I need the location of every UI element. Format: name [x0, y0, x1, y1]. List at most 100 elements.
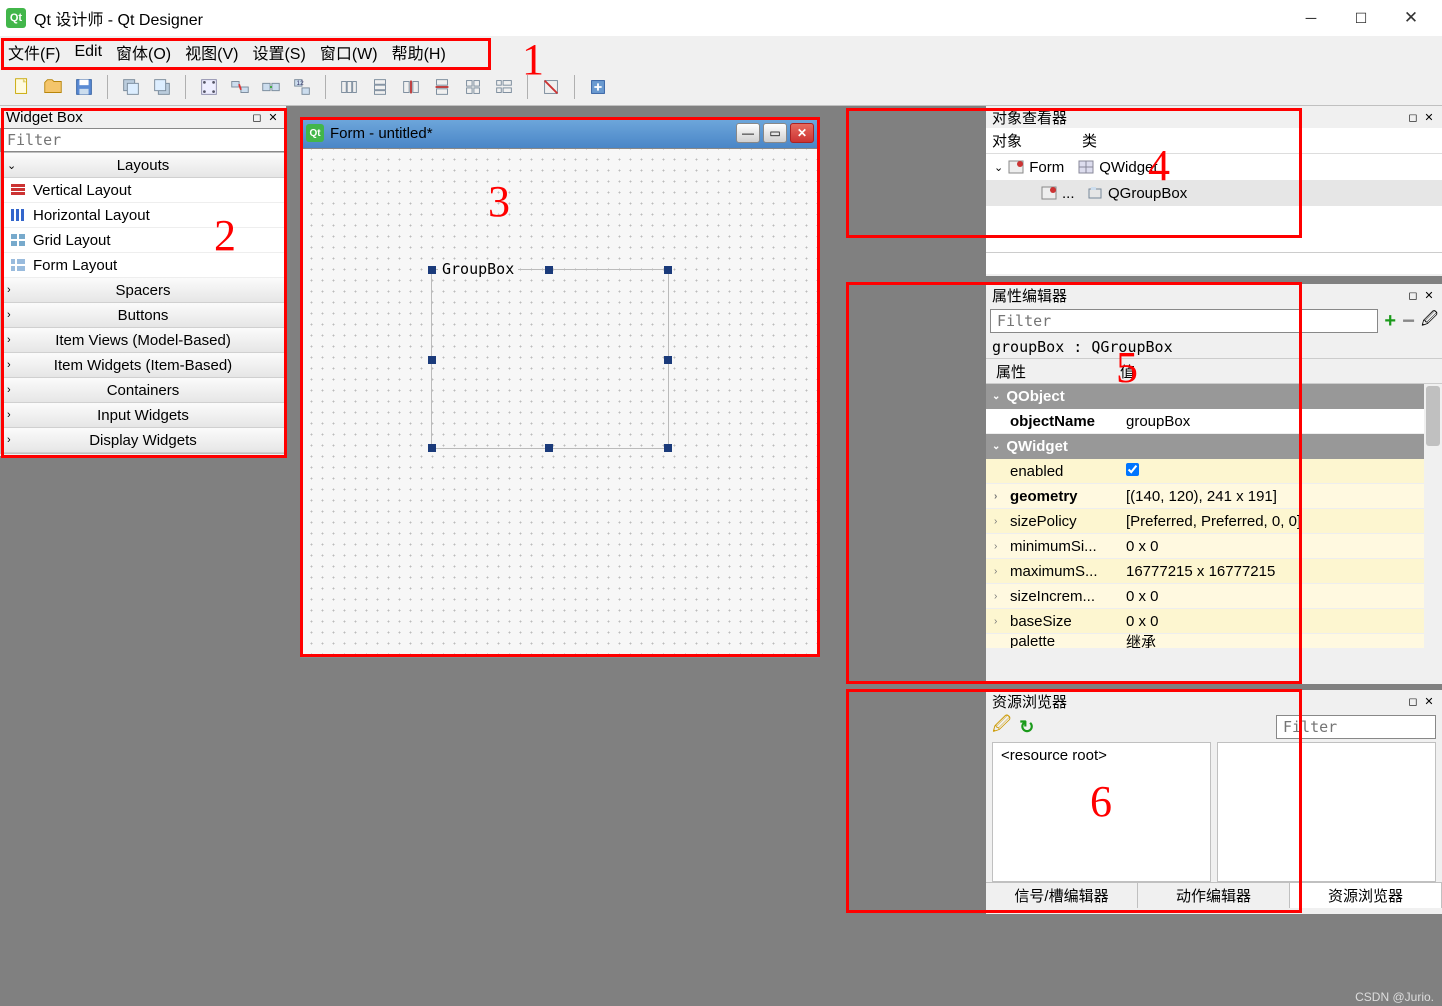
resource-root-label: <resource root>: [1001, 747, 1107, 764]
property-group-qobject[interactable]: ⌄QObject: [986, 384, 1442, 409]
save-file-icon[interactable]: [70, 73, 98, 101]
property-row[interactable]: ›geometry[(140, 120), 241 x 191]: [986, 484, 1442, 509]
item-horizontal-layout[interactable]: Horizontal Layout: [1, 203, 285, 228]
property-row[interactable]: ›maximumS...16777215 x 16777215: [986, 559, 1442, 584]
layout-grid-icon[interactable]: [459, 73, 487, 101]
property-filter[interactable]: [990, 309, 1378, 333]
form-minimize-button[interactable]: —: [736, 123, 760, 143]
resize-handle-icon[interactable]: [428, 266, 436, 274]
svg-text:12: 12: [297, 80, 305, 87]
layout-form-icon[interactable]: [490, 73, 518, 101]
menu-form[interactable]: 窗体(O): [116, 40, 171, 64]
edit-taborder-icon[interactable]: 12: [288, 73, 316, 101]
open-file-icon[interactable]: [39, 73, 67, 101]
property-row[interactable]: ›sizeIncrem...0 x 0: [986, 584, 1442, 609]
window-title: Qt 设计师 - Qt Designer: [34, 6, 203, 30]
resource-tree[interactable]: <resource root>: [992, 742, 1211, 882]
dock-close-icon[interactable]: ✕: [266, 110, 280, 124]
layout-horiz-icon[interactable]: [335, 73, 363, 101]
property-row[interactable]: palette继承: [986, 634, 1442, 648]
resize-handle-icon[interactable]: [545, 444, 553, 452]
close-button[interactable]: ✕: [1386, 0, 1436, 36]
tab-action-editor[interactable]: 动作编辑器: [1138, 883, 1290, 908]
menu-edit[interactable]: Edit: [74, 43, 102, 61]
property-row[interactable]: ›minimumSi...0 x 0: [986, 534, 1442, 559]
resize-handle-icon[interactable]: [664, 356, 672, 364]
edit-buddies-icon[interactable]: [257, 73, 285, 101]
dock-float-icon[interactable]: ◻: [1406, 110, 1420, 124]
item-grid-layout[interactable]: Grid Layout: [1, 228, 285, 253]
resize-handle-icon[interactable]: [428, 356, 436, 364]
category-buttons[interactable]: ›Buttons: [1, 303, 285, 328]
property-object-path: groupBox : QGroupBox: [986, 336, 1442, 358]
resize-handle-icon[interactable]: [664, 444, 672, 452]
bring-front-icon[interactable]: [148, 73, 176, 101]
menu-settings[interactable]: 设置(S): [252, 40, 305, 64]
maximize-button[interactable]: ☐: [1336, 0, 1386, 36]
category-itemviews[interactable]: ›Item Views (Model-Based): [1, 328, 285, 353]
layout-vert-icon[interactable]: [366, 73, 394, 101]
dock-float-icon[interactable]: ◻: [1406, 288, 1420, 302]
menu-file[interactable]: 文件(F): [8, 40, 60, 64]
layout-vert-splitter-icon[interactable]: [428, 73, 456, 101]
widget-box-filter[interactable]: [0, 128, 286, 152]
edit-signals-icon[interactable]: [226, 73, 254, 101]
form-designer-window[interactable]: Qt Form - untitled* — ▭ ✕ GroupBox: [300, 118, 820, 658]
property-group-qwidget[interactable]: ⌄QWidget: [986, 434, 1442, 459]
widget-box-panel: Widget Box ◻ ✕ ⌄Layouts Vertical Layout …: [0, 106, 286, 456]
form-close-button[interactable]: ✕: [790, 123, 814, 143]
resource-preview[interactable]: [1217, 742, 1436, 882]
dock-float-icon[interactable]: ◻: [1406, 694, 1420, 708]
property-row[interactable]: ›sizePolicy[Preferred, Preferred, 0, 0]: [986, 509, 1442, 534]
category-itemwidgets[interactable]: ›Item Widgets (Item-Based): [1, 353, 285, 378]
property-scrollbar[interactable]: [1424, 384, 1442, 648]
form-canvas[interactable]: GroupBox: [300, 148, 820, 658]
new-file-icon[interactable]: [8, 73, 36, 101]
groupbox-label: GroupBox: [438, 260, 518, 278]
resize-handle-icon[interactable]: [664, 266, 672, 274]
form-title-label: Form - untitled*: [330, 125, 433, 142]
menu-view[interactable]: 视图(V): [185, 40, 238, 64]
send-back-icon[interactable]: [117, 73, 145, 101]
qwidget-icon: [1077, 159, 1095, 175]
category-containers[interactable]: ›Containers: [1, 378, 285, 403]
dock-close-icon[interactable]: ✕: [1422, 288, 1436, 302]
break-layout-icon[interactable]: [537, 73, 565, 101]
property-row[interactable]: objectNamegroupBox: [986, 409, 1442, 434]
resource-browser-title-label: 资源浏览器: [992, 691, 1067, 712]
configure-icon[interactable]: 🖉: [1421, 308, 1438, 335]
dock-float-icon[interactable]: ◻: [250, 110, 264, 124]
toolbar: 12: [0, 68, 1442, 106]
category-spacers[interactable]: ›Spacers: [1, 278, 285, 303]
menu-help[interactable]: 帮助(H): [392, 40, 446, 64]
reload-icon[interactable]: ↻: [1019, 717, 1034, 738]
object-tree-row[interactable]: ... QGroupBox: [986, 180, 1442, 206]
resize-handle-icon[interactable]: [428, 444, 436, 452]
item-form-layout[interactable]: Form Layout: [1, 253, 285, 278]
property-row[interactable]: enabled: [986, 459, 1442, 484]
groupbox-widget[interactable]: GroupBox: [431, 269, 669, 449]
resource-filter[interactable]: [1276, 715, 1436, 739]
enabled-checkbox[interactable]: [1126, 463, 1139, 476]
category-inputwidgets[interactable]: ›Input Widgets: [1, 403, 285, 428]
form-titlebar[interactable]: Qt Form - untitled* — ▭ ✕: [300, 118, 820, 148]
resize-handle-icon[interactable]: [545, 266, 553, 274]
object-tree-row[interactable]: ⌄ Form QWidget: [986, 154, 1442, 180]
layout-horiz-splitter-icon[interactable]: [397, 73, 425, 101]
edit-resource-icon[interactable]: 🖉: [992, 712, 1011, 742]
tab-resource-browser[interactable]: 资源浏览器: [1290, 883, 1442, 908]
item-vertical-layout[interactable]: Vertical Layout: [1, 178, 285, 203]
dock-close-icon[interactable]: ✕: [1422, 694, 1436, 708]
tab-signal-slot[interactable]: 信号/槽编辑器: [986, 883, 1138, 908]
menu-window[interactable]: 窗口(W): [320, 40, 378, 64]
dock-close-icon[interactable]: ✕: [1422, 110, 1436, 124]
form-maximize-button[interactable]: ▭: [763, 123, 787, 143]
edit-widgets-icon[interactable]: [195, 73, 223, 101]
adjust-size-icon[interactable]: [584, 73, 612, 101]
watermark: CSDN @Jurio.: [1355, 990, 1434, 1004]
minimize-button[interactable]: ─: [1286, 0, 1336, 36]
remove-property-icon[interactable]: −: [1402, 308, 1415, 334]
add-property-icon[interactable]: +: [1384, 310, 1396, 333]
category-displaywidgets[interactable]: ›Display Widgets: [1, 428, 285, 453]
category-layouts[interactable]: ⌄Layouts: [1, 153, 285, 178]
